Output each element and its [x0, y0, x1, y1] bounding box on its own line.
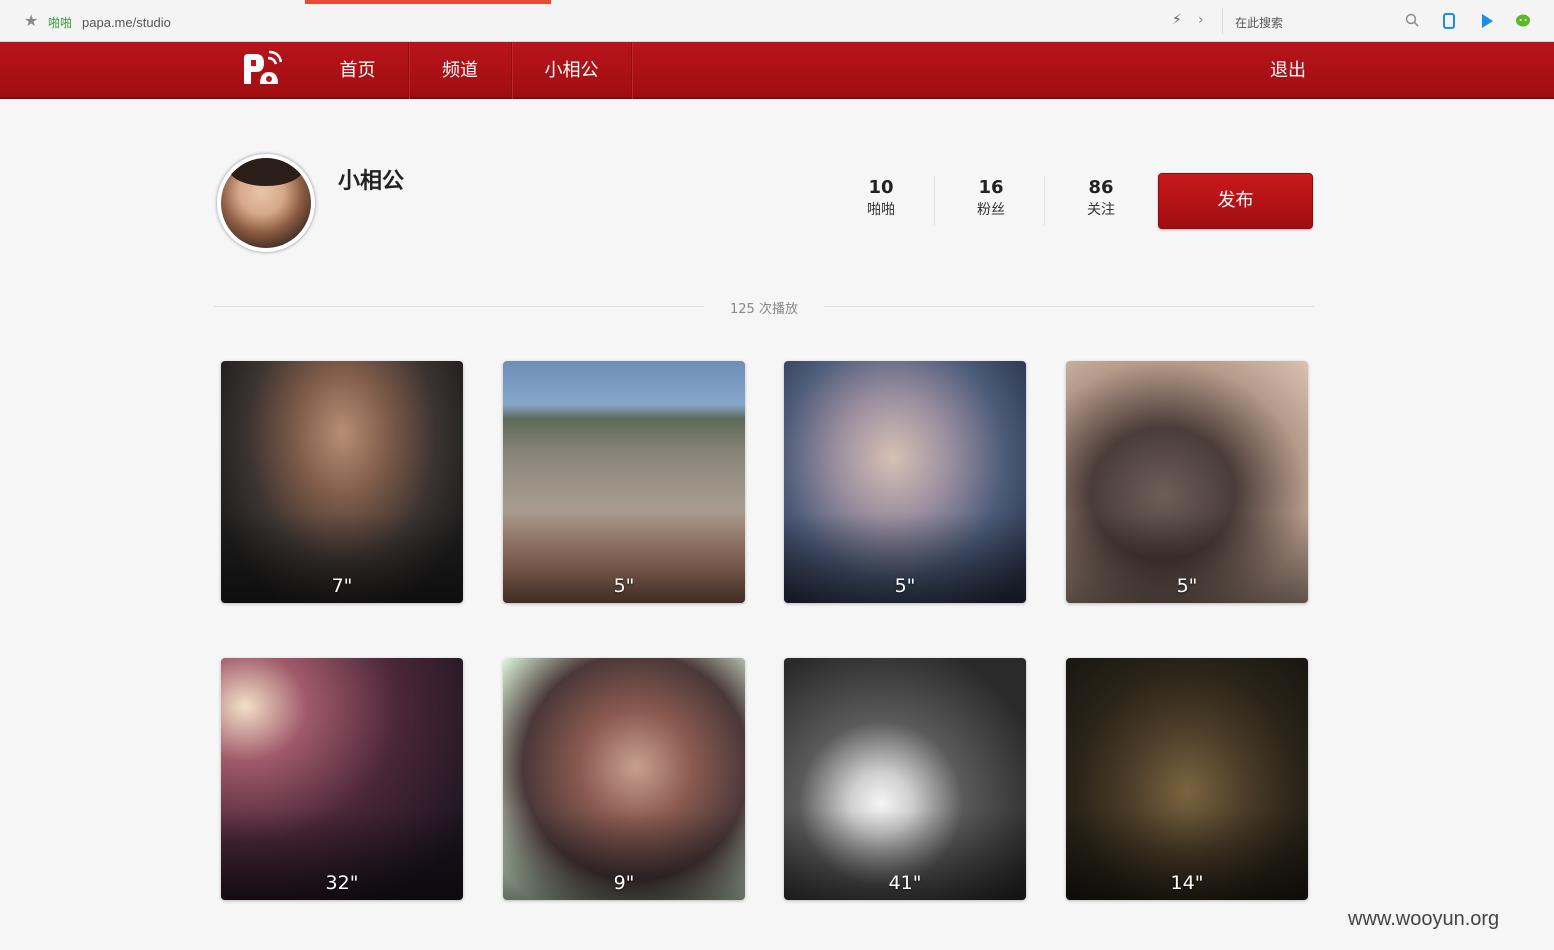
- divider-left: [214, 306, 704, 307]
- avatar-photo: [221, 158, 311, 248]
- star-icon[interactable]: ★: [24, 12, 38, 30]
- main-nav: 首页 频道 小相公 退出: [0, 42, 1554, 99]
- video-thumbnail[interactable]: 5": [503, 361, 745, 603]
- video-thumbnail[interactable]: 32": [221, 658, 463, 900]
- video-thumbnail[interactable]: 9": [503, 658, 745, 900]
- stat-fans[interactable]: 16 粉丝: [936, 176, 1046, 220]
- publish-button[interactable]: 发布: [1158, 173, 1313, 229]
- video-thumbnail[interactable]: 5": [784, 361, 1026, 603]
- search-icon[interactable]: [1405, 13, 1419, 27]
- chevron-right-icon[interactable]: ›: [1198, 12, 1204, 28]
- address-bar-url[interactable]: papa.me/studio: [82, 14, 171, 32]
- play-icon[interactable]: [1479, 13, 1495, 29]
- nav-channels[interactable]: 频道: [409, 42, 512, 99]
- browser-search-box[interactable]: 在此搜索: [1222, 8, 1428, 34]
- video-duration: 14": [1170, 872, 1204, 894]
- video-duration: 7": [331, 575, 353, 597]
- video-thumbnail[interactable]: 41": [784, 658, 1026, 900]
- stat-fans-count: 16: [978, 177, 1004, 198]
- video-duration: 9": [613, 872, 635, 894]
- stat-following-label: 关注: [1087, 202, 1115, 218]
- video-thumbnail[interactable]: 5": [1066, 361, 1308, 603]
- site-name-label: 啪啪: [48, 16, 73, 30]
- play-count: 125 次播放: [730, 302, 798, 317]
- stat-papa-label: 啪啪: [867, 202, 895, 218]
- video-duration: 41": [888, 872, 922, 894]
- divider-right: [824, 306, 1314, 307]
- phone-icon[interactable]: [1441, 13, 1457, 29]
- avatar[interactable]: [216, 153, 316, 253]
- stat-papa[interactable]: 10 啪啪: [826, 176, 936, 220]
- browser-toolbar: ★ 啪啪 papa.me/studio ⚡ › 在此搜索: [0, 0, 1554, 42]
- active-tab-indicator: [305, 0, 551, 4]
- stat-papa-count: 10: [868, 177, 894, 198]
- video-duration: 32": [325, 872, 359, 894]
- watermark-text: www.wooyun.org: [1348, 908, 1500, 930]
- nav-home[interactable]: 首页: [307, 42, 409, 99]
- stat-fans-label: 粉丝: [977, 202, 1005, 218]
- stat-following[interactable]: 86 关注: [1046, 176, 1156, 220]
- video-duration: 5": [894, 575, 916, 597]
- stat-following-count: 86: [1088, 177, 1114, 198]
- lightning-icon[interactable]: ⚡: [1172, 12, 1182, 28]
- video-duration: 5": [613, 575, 635, 597]
- stat-divider: [934, 176, 935, 226]
- profile-username: 小相公: [338, 169, 405, 194]
- search-placeholder: 在此搜索: [1235, 16, 1284, 30]
- stat-divider: [1044, 176, 1045, 226]
- video-duration: 5": [1176, 575, 1198, 597]
- nav-user-profile[interactable]: 小相公: [512, 42, 632, 99]
- video-thumbnail[interactable]: 7": [221, 361, 463, 603]
- wechat-icon[interactable]: [1515, 13, 1531, 29]
- logout-button[interactable]: 退出: [1270, 42, 1306, 99]
- papa-logo-icon[interactable]: [240, 50, 282, 90]
- video-thumbnail[interactable]: 14": [1066, 658, 1308, 900]
